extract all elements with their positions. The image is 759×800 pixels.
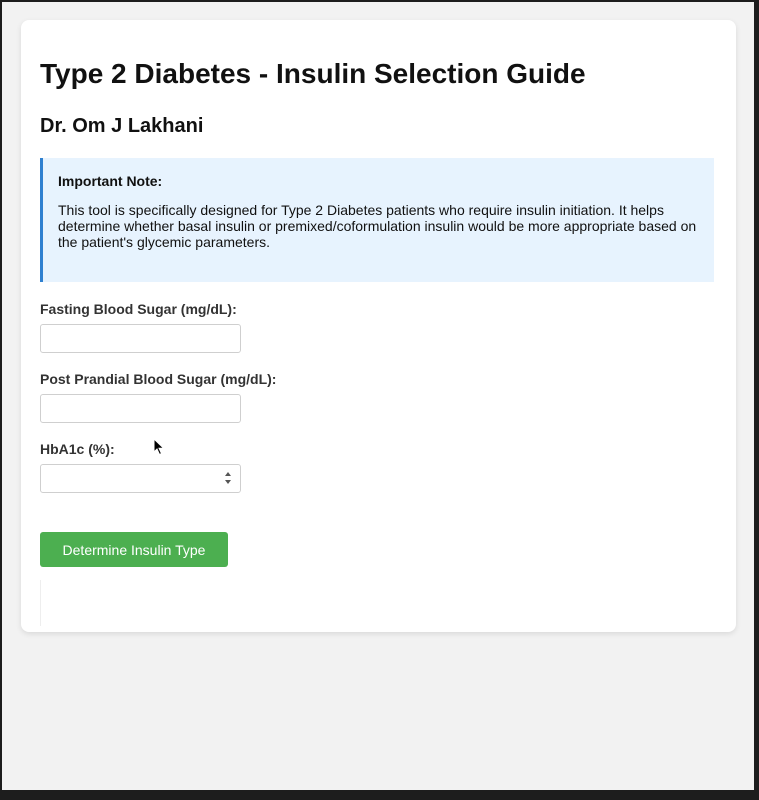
important-note: Important Note: This tool is specificall… — [40, 158, 714, 282]
post-prandial-input[interactable] — [40, 394, 241, 423]
result-area — [40, 580, 41, 626]
note-title: Important Note: — [58, 173, 163, 189]
page-title: Type 2 Diabetes - Insulin Selection Guid… — [40, 58, 586, 89]
hba1c-input[interactable] — [40, 464, 241, 493]
hba1c-label: HbA1c (%): — [40, 441, 115, 457]
fasting-label: Fasting Blood Sugar (mg/dL): — [40, 301, 237, 317]
author-name: Dr. Om J Lakhani — [40, 115, 204, 137]
note-body: This tool is specifically designed for T… — [58, 202, 697, 250]
post-prandial-label: Post Prandial Blood Sugar (mg/dL): — [40, 371, 277, 387]
hba1c-field — [40, 464, 241, 493]
mouse-cursor-icon — [153, 438, 165, 456]
determine-insulin-type-button[interactable]: Determine Insulin Type — [40, 532, 228, 567]
fasting-input[interactable] — [40, 324, 241, 353]
form-card: Type 2 Diabetes - Insulin Selection Guid… — [21, 20, 736, 632]
browser-viewport: Type 2 Diabetes - Insulin Selection Guid… — [2, 2, 754, 790]
spinner-arrows-icon[interactable] — [225, 472, 231, 484]
